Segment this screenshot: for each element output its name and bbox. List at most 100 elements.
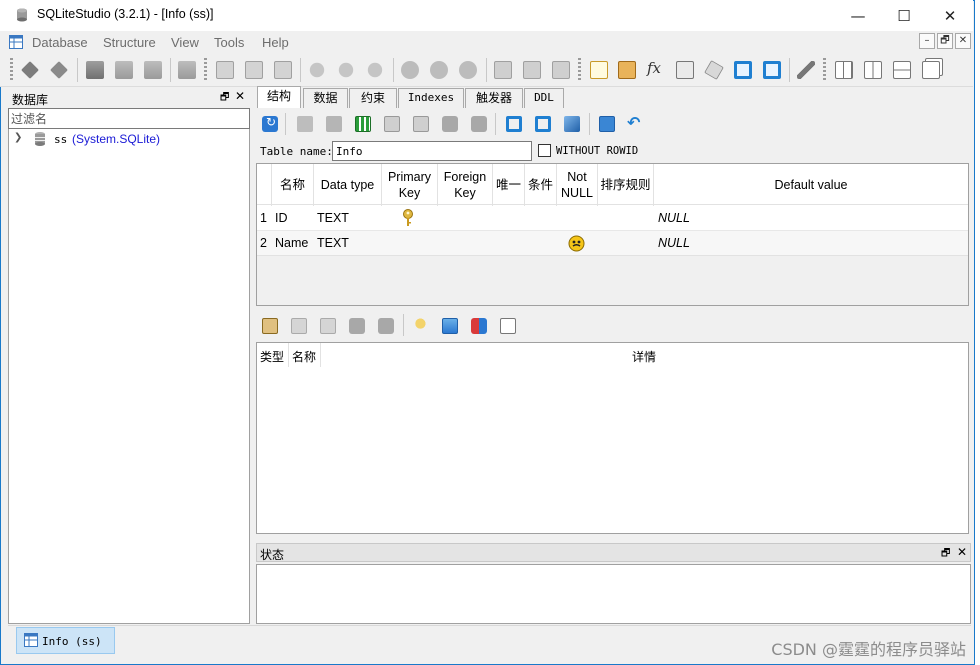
refresh-database-icon[interactable]	[178, 61, 196, 79]
table-row[interactable]	[257, 206, 968, 231]
delete-table-icon[interactable]	[274, 61, 292, 79]
create-trigger-icon[interactable]	[401, 61, 419, 79]
status-float-icon[interactable]: 🗗	[941, 546, 950, 563]
cascade-windows-icon[interactable]	[922, 61, 940, 79]
commit-structure-icon[interactable]	[297, 116, 313, 132]
delete-constraint-icon[interactable]	[320, 318, 336, 334]
add-unique-icon[interactable]	[471, 318, 487, 334]
col-header-primary-key[interactable]: Primary Key	[382, 164, 437, 205]
add-primary-key-icon[interactable]	[414, 318, 430, 334]
table-row[interactable]	[257, 231, 968, 256]
delete-index-icon[interactable]	[367, 62, 383, 78]
menu-help[interactable]: Help	[262, 35, 289, 50]
edit-view-icon[interactable]	[523, 61, 541, 79]
col-header-name[interactable]: 名称	[272, 164, 313, 205]
collations-icon[interactable]	[676, 61, 694, 79]
col-header-collation[interactable]: 排序规则	[598, 164, 653, 205]
edit-index-icon[interactable]	[338, 62, 354, 78]
mdi-minimize-button[interactable]: –	[919, 33, 935, 49]
without-rowid-checkbox[interactable]	[538, 144, 551, 157]
create-table-icon[interactable]	[216, 61, 234, 79]
constraints-header-type[interactable]: 类型	[260, 348, 284, 365]
menu-tools[interactable]: Tools	[214, 35, 244, 50]
edit-constraint-icon[interactable]	[291, 318, 307, 334]
mdi-close-button[interactable]: ✕	[955, 33, 971, 49]
mdi-restore-button[interactable]: 🗗	[937, 33, 953, 49]
import-icon[interactable]	[734, 61, 752, 79]
create-index-icon[interactable]	[309, 62, 325, 78]
status-close-icon[interactable]: ✕	[957, 545, 967, 559]
add-check-icon[interactable]	[500, 318, 516, 334]
row-default-value[interactable]: NULL	[658, 236, 690, 250]
row-column-name[interactable]: ID	[275, 211, 288, 225]
row-column-name[interactable]: Name	[275, 236, 308, 250]
edit-database-icon[interactable]	[115, 61, 133, 79]
tile-windows-icon[interactable]	[835, 61, 853, 79]
create-view-icon[interactable]	[494, 61, 512, 79]
import-structure-icon[interactable]	[506, 116, 522, 132]
table-name-label: Table name:	[260, 145, 333, 158]
table-name-field[interactable]: Info	[332, 141, 532, 161]
delete-trigger-icon[interactable]	[459, 61, 477, 79]
task-item-label: Info (ss)	[42, 635, 102, 648]
col-header-foreign-key[interactable]: Foreign Key	[438, 164, 492, 205]
tree-expand-chevron-icon[interactable]: ❯	[14, 132, 22, 143]
create-similar-table-icon[interactable]	[599, 116, 615, 132]
filter-field[interactable]	[8, 108, 250, 129]
row-column-type[interactable]: TEXT	[317, 211, 349, 225]
functions-icon[interactable]: fx	[647, 59, 661, 77]
filter-input[interactable]	[9, 109, 249, 128]
move-constraint-down-icon[interactable]	[378, 318, 394, 334]
constraints-header-name[interactable]: 名称	[292, 348, 316, 365]
delete-column-icon[interactable]	[413, 116, 429, 132]
menu-structure[interactable]: Structure	[103, 35, 156, 50]
move-column-up-icon[interactable]	[442, 116, 458, 132]
sql-editor-icon[interactable]	[590, 61, 608, 79]
toolbar-grip	[204, 58, 207, 82]
tab-ddl[interactable]: DDL	[524, 88, 564, 108]
row-default-value[interactable]: NULL	[658, 211, 690, 225]
tab-indexes[interactable]: Indexes	[398, 88, 464, 108]
tile-horizontal-icon[interactable]	[864, 61, 882, 79]
rollback-structure-icon[interactable]	[326, 116, 342, 132]
col-header-not-null[interactable]: Not NULL	[557, 164, 597, 205]
col-header-unique[interactable]: 唯一	[493, 164, 524, 205]
tile-vertical-icon[interactable]	[893, 61, 911, 79]
ddl-history-icon[interactable]	[618, 61, 636, 79]
tab-triggers[interactable]: 触发器	[465, 88, 523, 108]
watermark: CSDN @霆霆的程序员驿站	[771, 640, 966, 659]
reset-autoincrement-icon[interactable]: ↶	[627, 113, 640, 132]
maximize-button[interactable]: ☐	[881, 0, 927, 31]
tree-item-ss[interactable]: ss	[54, 133, 67, 146]
dock-float-icon[interactable]: 🗗	[220, 90, 229, 107]
add-database-icon[interactable]	[86, 61, 104, 79]
row-column-type[interactable]: TEXT	[317, 236, 349, 250]
edit-table-icon[interactable]	[245, 61, 263, 79]
edit-trigger-icon[interactable]	[430, 61, 448, 79]
add-column-icon[interactable]	[355, 116, 371, 132]
col-header-datatype[interactable]: Data type	[314, 164, 381, 205]
wrench-config-icon[interactable]	[797, 61, 815, 79]
col-header-check[interactable]: 条件	[525, 164, 556, 205]
tab-constraints[interactable]: 约束	[349, 88, 397, 108]
add-foreign-key-icon[interactable]	[442, 318, 458, 334]
populate-table-icon[interactable]	[564, 116, 580, 132]
menu-view[interactable]: View	[171, 35, 199, 50]
edit-column-icon[interactable]	[384, 116, 400, 132]
dock-close-icon[interactable]: ✕	[235, 89, 245, 103]
export-structure-icon[interactable]	[535, 116, 551, 132]
export-icon[interactable]	[763, 61, 781, 79]
tab-structure[interactable]: 结构	[257, 86, 301, 109]
delete-view-icon[interactable]	[552, 61, 570, 79]
constraints-grid-header	[257, 343, 968, 367]
add-constraint-icon[interactable]	[262, 318, 278, 334]
constraints-header-details[interactable]: 详情	[632, 348, 656, 365]
col-header-default-value[interactable]: Default value	[654, 164, 968, 205]
menu-database[interactable]: Database	[32, 35, 88, 50]
minimize-button[interactable]: —	[835, 0, 881, 31]
close-button[interactable]: ✕	[927, 0, 973, 31]
move-column-down-icon[interactable]	[471, 116, 487, 132]
move-constraint-up-icon[interactable]	[349, 318, 365, 334]
delete-database-icon[interactable]	[144, 61, 162, 79]
tab-data[interactable]: 数据	[303, 88, 348, 108]
